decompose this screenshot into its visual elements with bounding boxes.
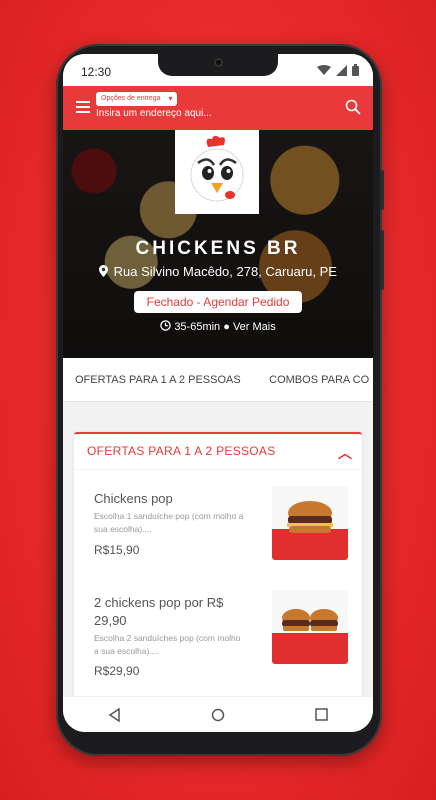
store-name: CHICKENS BR [135, 238, 301, 259]
menu-content: OFERTAS PARA 1 A 2 PESSOAS ︿ Chickens po… [63, 402, 373, 696]
product-description: Escolha 2 sanduíches pop (com molho a su… [94, 633, 241, 656]
home-icon[interactable] [211, 708, 225, 722]
burger-icon [282, 609, 338, 631]
section-header[interactable]: OFERTAS PARA 1 A 2 PESSOAS ︿ [74, 434, 362, 470]
section-title: OFERTAS PARA 1 A 2 PESSOAS [87, 444, 276, 458]
more-info-link[interactable]: Ver Mais [233, 321, 276, 333]
address-input[interactable]: Insira um endereço aqui... [96, 108, 212, 119]
recents-icon[interactable] [315, 708, 328, 721]
notch [158, 54, 278, 76]
phone-volume-button [380, 170, 384, 210]
store-address: Rua Silvino Macêdo, 278, Caruaru, PE [63, 264, 373, 279]
product-item[interactable]: 2 chickens pop por R$ 29,90 Escolha 2 sa… [82, 586, 354, 682]
camera-icon [214, 58, 223, 67]
app-screen: 12:30 Opções de entrega ▾ Insira um ende… [63, 54, 373, 732]
product-description: Escolha 1 sanduíche pop (com molho a sua… [94, 511, 244, 534]
back-icon[interactable] [108, 707, 122, 722]
tab-combos[interactable]: COMBOS PARA CO [269, 358, 369, 401]
product-image [272, 486, 348, 560]
product-price: R$15,90 [94, 543, 140, 557]
android-nav-bar [63, 696, 373, 732]
product-price: R$29,90 [94, 664, 140, 678]
app-header: Opções de entrega ▾ Insira um endereço a… [63, 86, 373, 130]
battery-icon [352, 64, 359, 76]
phone-power-button [380, 230, 384, 290]
product-name: Chickens pop [94, 491, 173, 506]
tab-ofertas[interactable]: OFERTAS PARA 1 A 2 PESSOAS [75, 358, 241, 401]
delivery-info: 35-65min ● Ver Mais [63, 320, 373, 333]
wifi-icon [317, 64, 331, 75]
delivery-options-select[interactable]: Opções de entrega ▾ [96, 92, 177, 106]
search-icon[interactable] [345, 99, 361, 115]
store-banner: CHICKENS BR Rua Silvino Macêdo, 278, Car… [63, 130, 373, 358]
menu-icon[interactable] [76, 101, 90, 113]
product-item[interactable]: Chickens pop Escolha 1 sanduíche pop (co… [82, 480, 354, 576]
chicken-logo-icon [190, 135, 244, 202]
signal-icon [336, 64, 347, 76]
product-name: 2 chickens pop por R$ 29,90 [94, 595, 224, 628]
burger-icon [287, 501, 333, 533]
delivery-options-label: Opções de entrega [101, 95, 161, 102]
product-image [272, 590, 348, 664]
offers-section: OFERTAS PARA 1 A 2 PESSOAS ︿ Chickens po… [74, 432, 362, 696]
chevron-up-icon[interactable]: ︿ [338, 443, 352, 463]
category-tabs: OFERTAS PARA 1 A 2 PESSOAS COMBOS PARA C… [63, 358, 373, 402]
store-address-text: Rua Silvino Macêdo, 278, Caruaru, PE [113, 264, 337, 279]
delivery-time: 35-65min [174, 321, 221, 333]
separator-dot: ● [223, 321, 230, 333]
status-time: 12:30 [81, 65, 112, 79]
map-marker-icon [99, 265, 109, 277]
chevron-down-icon: ▾ [168, 94, 173, 103]
schedule-order-button[interactable]: Fechado - Agendar Pedido [134, 291, 302, 313]
store-logo [175, 130, 259, 214]
clock-icon [160, 320, 171, 331]
